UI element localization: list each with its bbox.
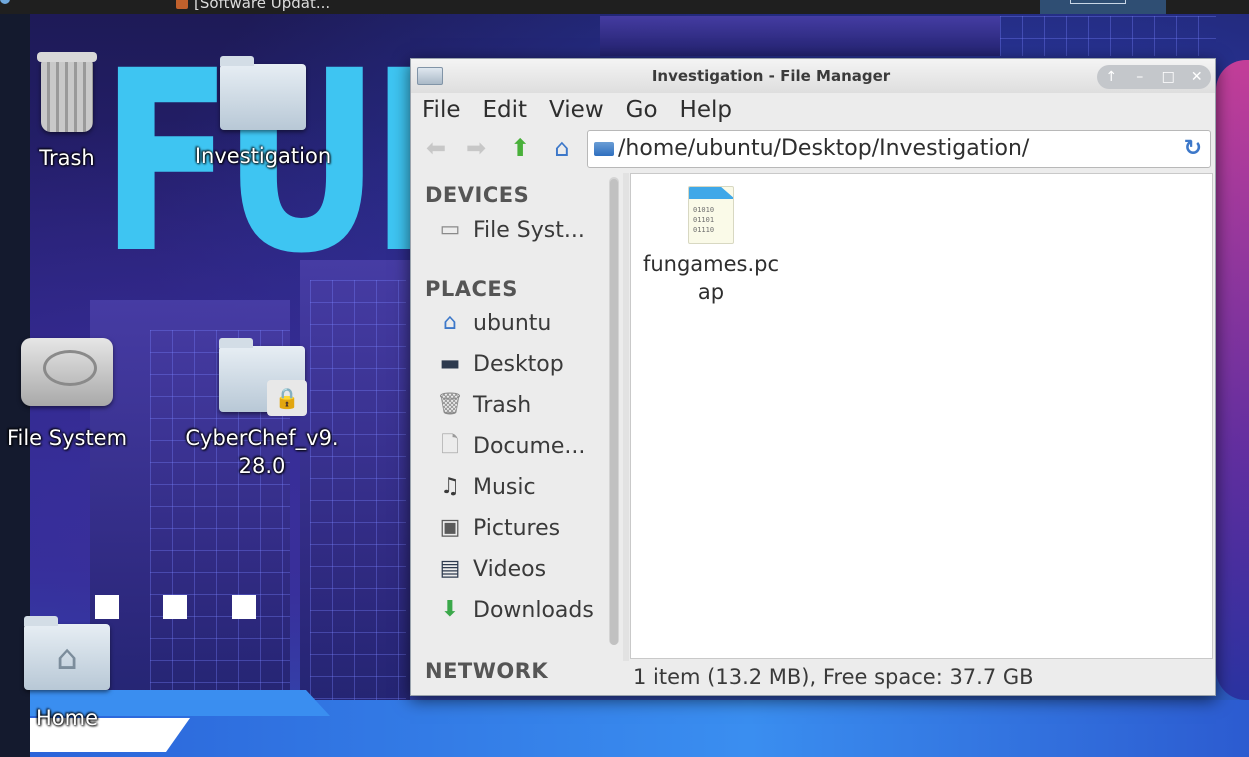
sidebar-item-label: ubuntu <box>473 310 552 336</box>
sidebar-item-desktop[interactable]: ▬ Desktop <box>435 347 611 381</box>
wallpaper-square <box>95 595 119 619</box>
top-panel: [Software Updat... <box>0 0 1249 14</box>
downloads-icon: ⬇ <box>440 597 460 622</box>
file-item[interactable]: 01010 01101 01110 fungames.pcap <box>637 182 785 306</box>
workspace-thumbnail <box>1070 0 1126 4</box>
menu-view[interactable]: View <box>538 93 615 127</box>
location-path[interactable]: /home/ubuntu/Desktop/Investigation/ <box>618 131 1029 167</box>
pane-splitter[interactable] <box>623 173 629 661</box>
wallpaper-building <box>600 16 1000 56</box>
wallpaper-building-grid <box>1000 16 1216 56</box>
desktop-icon-label: Investigation <box>194 144 332 168</box>
document-icon: 🗋 <box>441 433 459 458</box>
menu-go[interactable]: Go <box>615 93 669 127</box>
up-arrow-icon[interactable]: ⬆ <box>505 133 535 163</box>
taskbar-task-label: [Software Updat... <box>194 0 331 12</box>
folder-icon <box>220 56 306 130</box>
sidebar-item-file-system[interactable]: ▭ File Syst... <box>435 213 611 247</box>
pictures-icon: ▣ <box>439 515 461 540</box>
home-icon: ⌂ <box>443 310 457 335</box>
menu-edit[interactable]: Edit <box>472 93 539 127</box>
wallpaper-character <box>1216 60 1249 700</box>
side-pane: DEVICES ▭ File Syst... PLACES ⌂ ubuntu ▬… <box>411 173 623 693</box>
desktop-icon-trash[interactable]: Trash <box>20 52 114 172</box>
sidebar-scrollbar-thumb[interactable] <box>610 179 618 645</box>
software-updater-icon <box>176 0 188 9</box>
sidebar-header-devices: DEVICES <box>425 183 530 207</box>
maximize-button[interactable]: □ <box>1157 65 1179 89</box>
desktop-icon: ▬ <box>439 351 461 376</box>
sidebar-item-label: Trash <box>473 392 532 418</box>
home-icon[interactable]: ⌂ <box>547 133 577 163</box>
sidebar-item-label: Desktop <box>473 351 564 377</box>
folder-icon: 🔒 <box>219 338 307 416</box>
desktop-icon-cyberchef[interactable]: 🔒 CyberChef_v9. 28.0 <box>172 338 352 480</box>
reload-icon[interactable]: ↻ <box>1184 131 1202 167</box>
sidebar-item-label: Downloads <box>473 597 594 623</box>
menu-file[interactable]: File <box>411 93 472 127</box>
lock-icon: 🔒 <box>267 380 307 416</box>
sidebar-item-label: Videos <box>473 556 547 582</box>
file-icon-corner <box>689 187 733 199</box>
desktop-icon-label: File System <box>6 426 128 450</box>
menu-help[interactable]: Help <box>669 93 743 127</box>
toolbar: ⬅ ➡ ⬆ ⌂ /home/ubuntu/Desktop/Investigati… <box>411 129 1215 169</box>
status-bar: 1 item (13.2 MB), Free space: 37.7 GB <box>633 665 1034 689</box>
folder-icon <box>594 142 614 156</box>
music-icon: ♫ <box>440 474 460 499</box>
hard-drive-icon: ▭ <box>439 217 461 242</box>
wallpaper-building-grid <box>310 280 406 700</box>
window-controls: ↑ – □ ✕ <box>1097 65 1211 89</box>
wallpaper-square <box>163 595 187 619</box>
desktop-icon-investigation[interactable]: Investigation <box>178 56 348 170</box>
sidebar-item-trash[interactable]: 🗑 Trash <box>435 388 611 422</box>
desktop-icon-file-system[interactable]: File System <box>0 338 134 452</box>
sidebar-item-pictures[interactable]: ▣ Pictures <box>435 511 611 545</box>
file-name: fungames.pcap <box>642 252 780 304</box>
videos-icon: ▤ <box>439 556 461 581</box>
trash-icon: 🗑 <box>436 392 464 417</box>
sidebar-item-music[interactable]: ♫ Music <box>435 470 611 504</box>
file-view[interactable]: 01010 01101 01110 fungames.pcap <box>630 173 1213 659</box>
app-menu-icon[interactable] <box>0 0 10 4</box>
hard-drive-icon <box>21 338 113 406</box>
window-title: Investigation - File Manager <box>651 67 891 85</box>
desktop-icon-label: Trash <box>39 146 95 170</box>
sidebar-header-network: NETWORK <box>425 659 549 683</box>
shade-button[interactable]: ↑ <box>1100 65 1122 89</box>
sidebar-item-label: Docume... <box>473 433 586 459</box>
taskbar-task-software-updater[interactable]: [Software Updat... <box>176 0 330 13</box>
sidebar-item-ubuntu[interactable]: ⌂ ubuntu <box>435 306 611 340</box>
file-icon-bits: 01010 01101 01110 <box>693 206 715 234</box>
sidebar-item-documents[interactable]: 🗋 Docume... <box>435 429 611 463</box>
sidebar-item-videos[interactable]: ▤ Videos <box>435 552 611 586</box>
sidebar-header-places: PLACES <box>425 277 518 301</box>
minimize-button[interactable]: – <box>1129 65 1151 89</box>
desktop-icon-label: Home <box>35 706 98 730</box>
folder-icon: ⌂ <box>24 616 110 690</box>
desktop-icon-label: CyberChef_v9. 28.0 <box>185 426 339 478</box>
home-icon: ⌂ <box>56 638 78 678</box>
back-arrow-icon[interactable]: ⬅ <box>421 133 451 163</box>
close-button[interactable]: ✕ <box>1186 65 1208 89</box>
menu-bar: File Edit View Go Help <box>411 93 1215 127</box>
sidebar-item-label: File Syst... <box>473 217 585 243</box>
binary-file-icon: 01010 01101 01110 <box>688 186 734 244</box>
desktop-icon-home[interactable]: ⌂ Home <box>20 616 114 732</box>
sidebar-item-label: Music <box>473 474 536 500</box>
trash-icon <box>37 52 97 132</box>
wallpaper-square <box>232 595 256 619</box>
forward-arrow-icon[interactable]: ➡ <box>461 133 491 163</box>
file-manager-window: Investigation - File Manager ↑ – □ ✕ Fil… <box>410 58 1216 696</box>
sidebar-item-label: Pictures <box>473 515 561 541</box>
workspace-switcher[interactable] <box>1040 0 1166 14</box>
sidebar-item-downloads[interactable]: ⬇ Downloads <box>435 593 611 627</box>
location-bar[interactable]: /home/ubuntu/Desktop/Investigation/ ↻ <box>587 130 1211 168</box>
window-titlebar[interactable]: Investigation - File Manager ↑ – □ ✕ <box>411 59 1215 93</box>
